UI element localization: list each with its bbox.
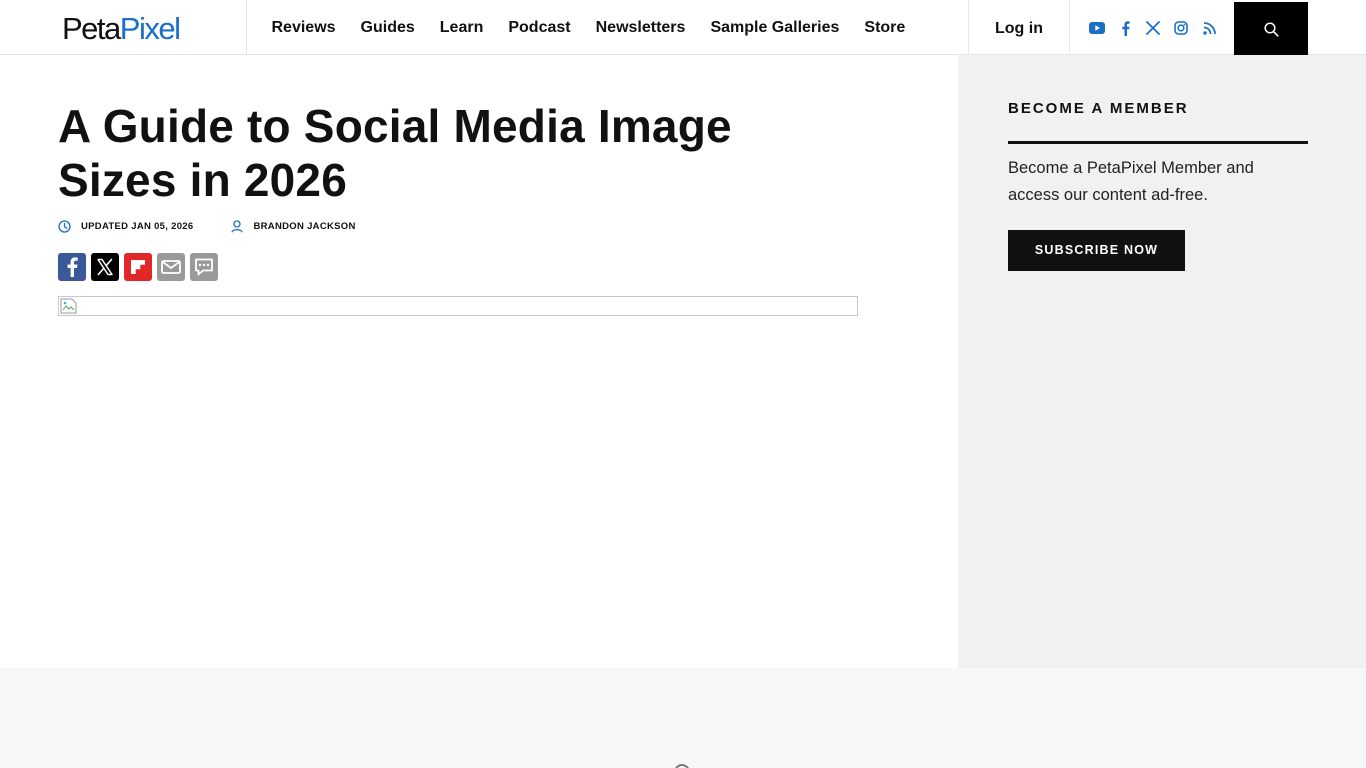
header-divider (1069, 0, 1070, 55)
email-share-icon[interactable] (157, 253, 185, 281)
loading-spinner-icon (674, 764, 690, 768)
nav-newsletters[interactable]: Newsletters (583, 0, 698, 55)
nav-reviews[interactable]: Reviews (259, 0, 348, 55)
article-area: A Guide to Social Media Image Sizes in 2… (0, 55, 958, 668)
membership-divider (1008, 141, 1308, 144)
nav-sample-galleries[interactable]: Sample Galleries (698, 0, 852, 55)
subscribe-button[interactable]: SUBSCRIBE NOW (1008, 230, 1185, 271)
article-meta: UPDATED JAN 05, 2026 BRANDON JACKSON (58, 219, 356, 233)
social-links (1088, 19, 1218, 37)
facebook-icon[interactable] (1116, 19, 1134, 37)
instagram-icon[interactable] (1172, 19, 1190, 37)
updated-date: UPDATED JAN 05, 2026 (58, 219, 194, 233)
footer-area (0, 668, 1366, 768)
author[interactable]: BRANDON JACKSON (231, 219, 355, 233)
nav-learn[interactable]: Learn (427, 0, 496, 55)
nav-podcast[interactable]: Podcast (496, 0, 583, 55)
sidebar: BECOME A MEMBER Become a PetaPixel Membe… (958, 55, 1366, 668)
header-divider (246, 0, 247, 55)
clock-icon (58, 219, 71, 233)
nav-guides[interactable]: Guides (348, 0, 427, 55)
membership-text: Become a PetaPixel Member and access our… (1008, 159, 1254, 204)
x-icon[interactable] (1144, 19, 1162, 37)
nav-store[interactable]: Store (852, 0, 918, 55)
article-title: A Guide to Social Media Image Sizes in 2… (58, 100, 732, 206)
logo-part-peta: Peta (62, 11, 121, 46)
youtube-icon[interactable] (1088, 19, 1106, 37)
membership-heading: BECOME A MEMBER (1008, 100, 1189, 117)
site-header: Peta Pixel Reviews Guides Learn Podcast N… (0, 0, 1366, 57)
user-icon (231, 219, 244, 233)
site-logo[interactable]: Peta Pixel (62, 11, 181, 46)
logo-part-pixel: Pixel (119, 11, 181, 46)
login-link[interactable]: Log in (969, 0, 1069, 55)
search-icon (1263, 22, 1279, 37)
main-nav: Reviews Guides Learn Podcast Newsletters… (259, 0, 918, 55)
x-share-icon[interactable] (91, 253, 119, 281)
flipboard-share-icon[interactable] (124, 253, 152, 281)
updated-date-text: UPDATED JAN 05, 2026 (81, 220, 194, 232)
broken-image-icon (60, 298, 77, 314)
share-buttons (58, 253, 218, 281)
rss-icon[interactable] (1200, 19, 1218, 37)
comment-share-icon[interactable] (190, 253, 218, 281)
featured-image-placeholder (58, 296, 858, 316)
facebook-share-icon[interactable] (58, 253, 86, 281)
search-button[interactable] (1234, 2, 1308, 57)
author-name[interactable]: BRANDON JACKSON (253, 221, 355, 232)
